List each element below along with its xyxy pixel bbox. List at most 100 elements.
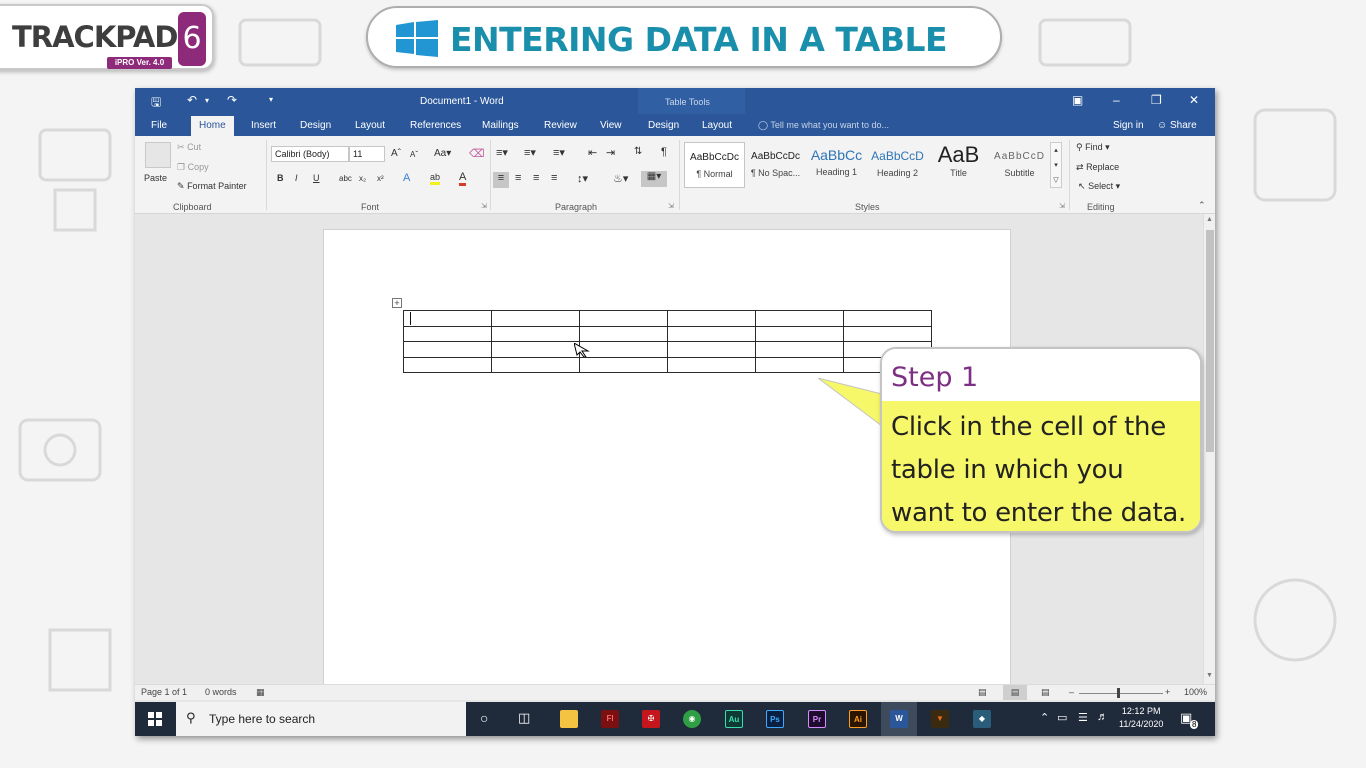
shading-icon[interactable]: ♨▾ <box>613 172 628 185</box>
styles-gallery-scroll[interactable]: ▴ ▾ ▽ <box>1050 142 1062 188</box>
table-move-handle-icon[interactable]: + <box>392 298 402 308</box>
table-cell[interactable] <box>403 356 492 373</box>
tab-view[interactable]: View <box>600 120 622 131</box>
align-right-icon[interactable]: ≡ <box>533 172 539 184</box>
undo-icon[interactable]: ↶ <box>187 93 197 107</box>
table-cell[interactable] <box>755 310 844 327</box>
find-button[interactable]: ⚲ Find ▾ <box>1076 142 1110 153</box>
page-count[interactable]: Page 1 of 1 <box>141 687 187 697</box>
multilevel-list-icon[interactable]: ≡▾ <box>553 146 565 159</box>
read-mode-icon[interactable]: ▤ <box>978 687 987 698</box>
bullets-icon[interactable]: ≡▾ <box>496 146 508 159</box>
restore-icon[interactable]: ❐ <box>1151 93 1162 107</box>
table-cell[interactable] <box>755 325 844 342</box>
style-heading-1[interactable]: AaBbCc Heading 1 <box>806 142 867 188</box>
zoom-level[interactable]: 100% <box>1184 687 1207 697</box>
align-left-icon[interactable]: ≡ <box>493 172 509 188</box>
line-spacing-icon[interactable]: ↕▾ <box>577 172 588 185</box>
scroll-up-icon[interactable]: ▲ <box>1206 216 1213 223</box>
start-icon[interactable] <box>148 712 162 726</box>
tab-table-layout[interactable]: Layout <box>702 120 732 131</box>
task-view-icon[interactable]: ◫ <box>518 710 530 726</box>
battery-icon[interactable]: ▭ <box>1057 711 1067 724</box>
table-cell[interactable] <box>843 310 932 327</box>
tab-references[interactable]: References <box>410 120 461 131</box>
proofing-icon[interactable]: ▦ <box>256 687 265 698</box>
table-cell[interactable] <box>403 325 492 342</box>
table-cell[interactable] <box>491 341 580 358</box>
paste-button[interactable]: Paste <box>144 173 167 183</box>
table-cell[interactable] <box>579 356 668 373</box>
replace-button[interactable]: ⇄ Replace <box>1076 162 1119 173</box>
tray-expand-icon[interactable]: ⌃ <box>1040 711 1049 724</box>
word-count[interactable]: 0 words <box>205 687 237 697</box>
table-cell[interactable] <box>667 341 756 358</box>
subscript-icon[interactable]: x₂ <box>359 174 366 183</box>
cut-button[interactable]: ✂ Cut <box>177 142 201 153</box>
file-explorer-icon[interactable] <box>560 710 578 728</box>
redo-icon[interactable]: ↷ <box>227 93 237 107</box>
table-cell[interactable] <box>403 341 492 358</box>
table-cell[interactable] <box>579 310 668 327</box>
change-case-icon[interactable]: Aa▾ <box>434 148 451 159</box>
font-color-icon[interactable]: A <box>459 171 467 186</box>
tab-layout[interactable]: Layout <box>355 120 385 131</box>
zoom-slider-thumb[interactable] <box>1117 688 1120 698</box>
word-icon[interactable]: W <box>890 710 908 728</box>
table-cell[interactable] <box>667 325 756 342</box>
style-title[interactable]: AaB Title <box>928 142 989 188</box>
text-effects-icon[interactable]: A <box>403 172 410 184</box>
table-cell[interactable] <box>491 310 580 327</box>
align-center-icon[interactable]: ≡ <box>515 172 521 184</box>
customize-qat-icon[interactable]: ▾ <box>269 95 273 104</box>
tab-file[interactable]: File <box>151 120 167 131</box>
word-table[interactable] <box>403 310 932 373</box>
table-cell[interactable] <box>491 325 580 342</box>
underline-icon[interactable]: U <box>313 173 320 183</box>
tab-review[interactable]: Review <box>544 120 577 131</box>
shrink-font-icon[interactable]: Aˇ <box>410 150 418 159</box>
numbering-icon[interactable]: ≡▾ <box>524 146 536 159</box>
superscript-icon[interactable]: x² <box>377 174 384 183</box>
share-button[interactable]: ☺ Share <box>1157 120 1197 131</box>
decrease-indent-icon[interactable]: ⇤ <box>588 146 597 159</box>
styles-dialog-launcher-icon[interactable]: ⇲ <box>1059 202 1065 210</box>
table-cell[interactable] <box>755 356 844 373</box>
zoom-out-icon[interactable]: – <box>1069 687 1074 697</box>
justify-icon[interactable]: ≡ <box>551 172 557 184</box>
web-layout-icon[interactable]: ▤ <box>1041 687 1050 698</box>
chrome-icon[interactable]: ◉ <box>683 710 701 728</box>
cortana-icon[interactable]: ○ <box>480 710 488 726</box>
highlight-icon[interactable]: ab <box>430 172 441 185</box>
tab-table-design[interactable]: Design <box>648 120 679 131</box>
audition-icon[interactable]: Au <box>725 710 743 728</box>
flash-icon[interactable]: Fl <box>601 710 619 728</box>
wifi-icon[interactable]: ☰ <box>1078 711 1088 724</box>
scroll-down-icon[interactable]: ▼ <box>1206 672 1213 679</box>
taskbar-search[interactable]: ⚲ Type here to search <box>176 702 466 736</box>
font-name-dropdown[interactable]: Calibri (Body) <box>271 146 349 162</box>
table-cell[interactable] <box>403 310 492 327</box>
table-cell[interactable] <box>667 310 756 327</box>
undo-dropdown-icon[interactable]: ▾ <box>205 96 209 105</box>
illustrator-icon[interactable]: Ai <box>849 710 867 728</box>
tell-me-search[interactable]: ◯ Tell me what you want to do... <box>758 120 889 131</box>
select-button[interactable]: ↖ Select ▾ <box>1078 181 1120 192</box>
tab-home[interactable]: Home <box>191 116 234 136</box>
font-dialog-launcher-icon[interactable]: ⇲ <box>481 202 487 210</box>
app-icon[interactable]: ◆ <box>973 710 991 728</box>
style-heading-2[interactable]: AaBbCcD Heading 2 <box>867 142 928 188</box>
italic-icon[interactable]: I <box>295 173 298 183</box>
acrobat-icon[interactable]: ✠ <box>642 710 660 728</box>
print-layout-icon[interactable]: ▤ <box>1003 685 1027 700</box>
tab-mailings[interactable]: Mailings <box>482 120 519 131</box>
volume-icon[interactable]: ♬ <box>1097 711 1108 723</box>
photoshop-icon[interactable]: Ps <box>766 710 784 728</box>
table-cell[interactable] <box>667 356 756 373</box>
tab-insert[interactable]: Insert <box>251 120 276 131</box>
sign-in-link[interactable]: Sign in <box>1113 120 1144 131</box>
minimize-icon[interactable]: – <box>1113 93 1120 107</box>
table-cell[interactable] <box>755 341 844 358</box>
table-cell[interactable] <box>491 356 580 373</box>
grow-font-icon[interactable]: Aˆ <box>391 148 401 159</box>
